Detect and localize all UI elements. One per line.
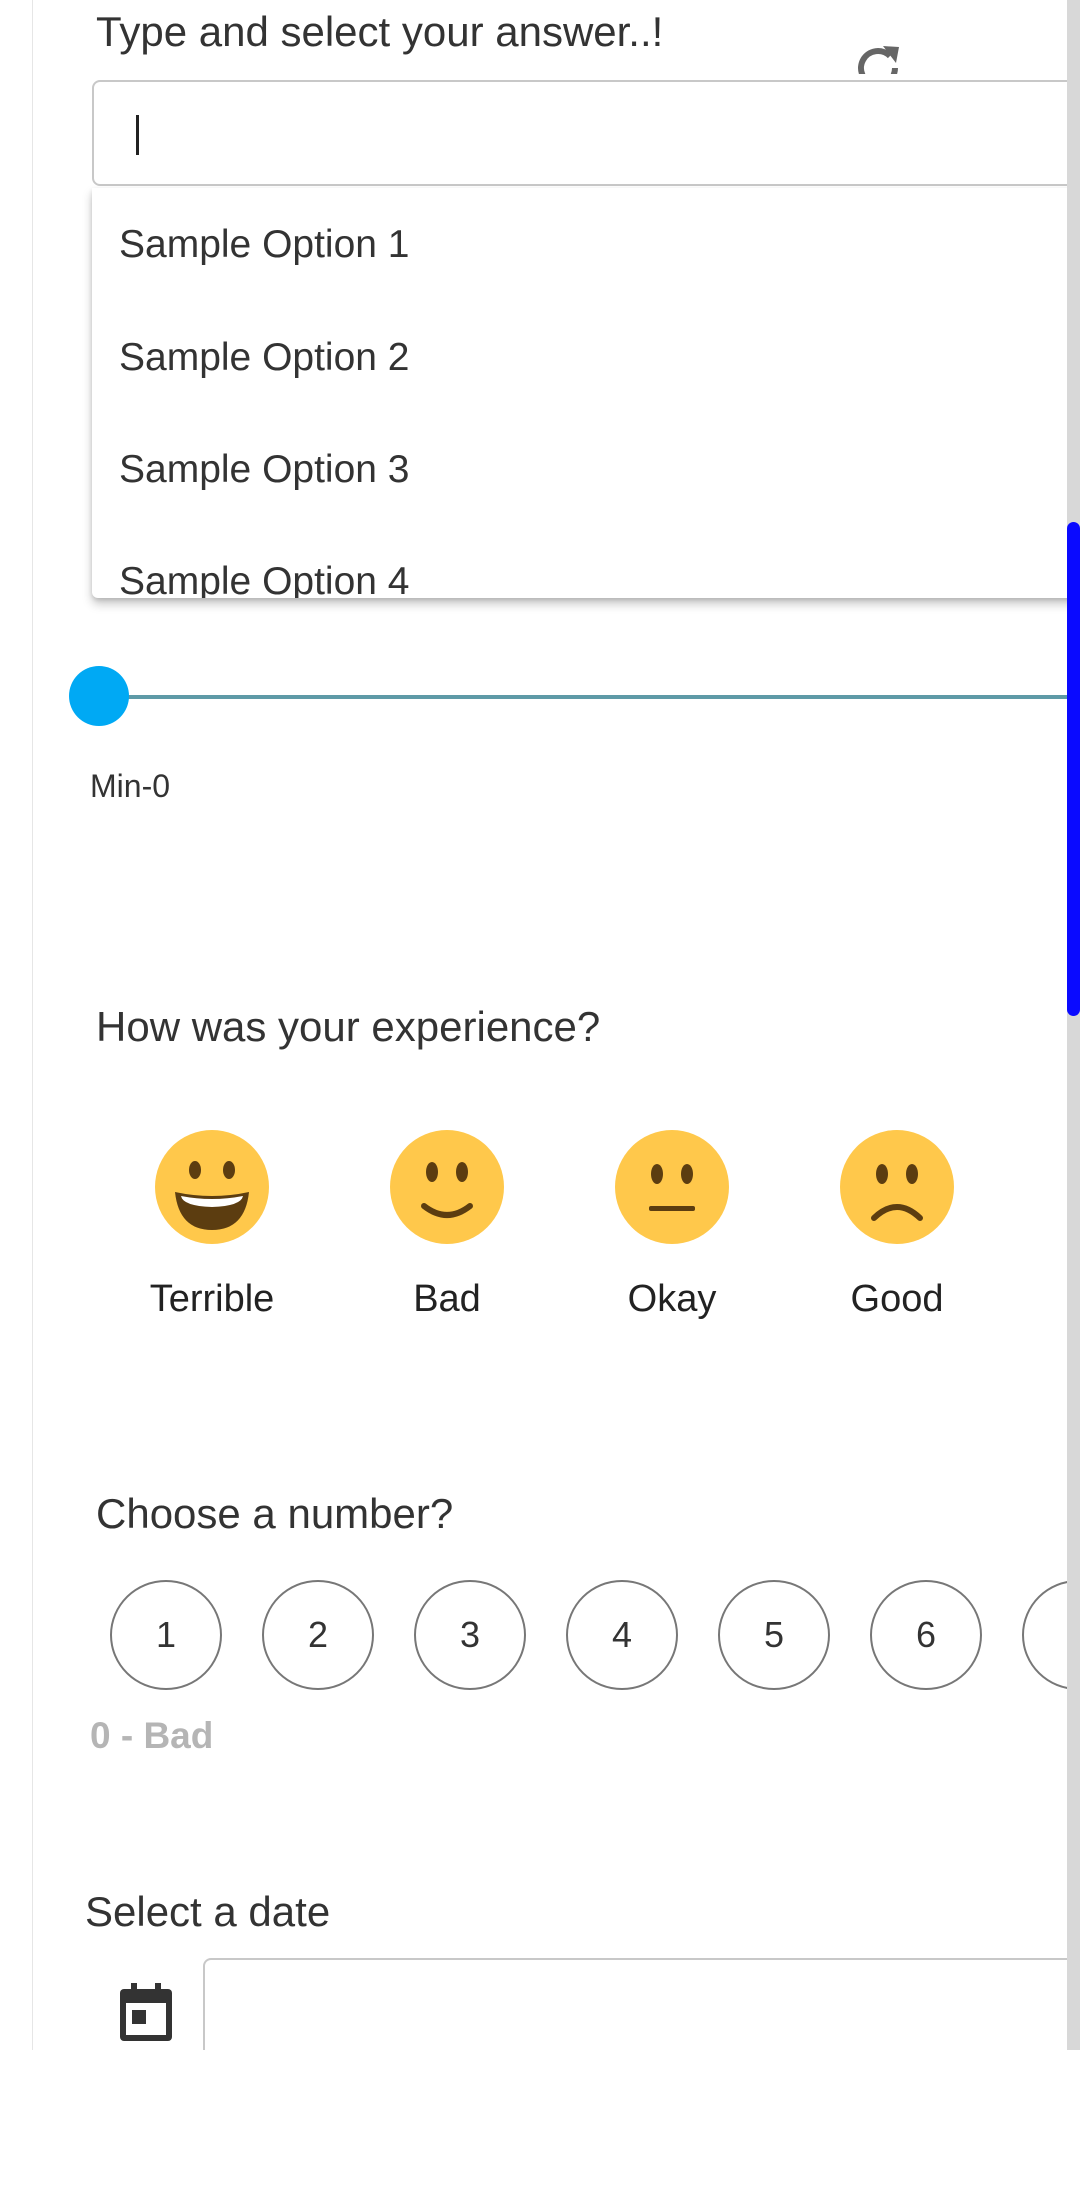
- experience-option-label: Bad: [413, 1278, 481, 1320]
- dropdown-option[interactable]: Sample Option 2: [119, 336, 410, 380]
- neutral-face-icon[interactable]: [615, 1130, 729, 1244]
- dropdown-option[interactable]: Sample Option 3: [119, 448, 410, 492]
- slightly-smiling-face-icon[interactable]: [390, 1130, 504, 1244]
- number-option-3[interactable]: 3: [414, 1580, 526, 1690]
- scrollbar-track[interactable]: [1067, 0, 1080, 2050]
- number-option-1[interactable]: 1: [110, 1580, 222, 1690]
- date-input[interactable]: [203, 1958, 1080, 2058]
- text-caret: [136, 115, 139, 155]
- answer-search-input[interactable]: [92, 80, 1080, 186]
- range-slider-track[interactable]: [100, 695, 1080, 699]
- number-option-6[interactable]: 6: [870, 1580, 982, 1690]
- experience-question-label: How was your experience?: [96, 1003, 601, 1050]
- refresh-icon[interactable]: [852, 38, 906, 74]
- calendar-icon[interactable]: [118, 1983, 174, 2043]
- bottom-blank-area: [0, 2050, 1080, 2208]
- slider-min-label: Min-0: [90, 768, 171, 804]
- experience-option-label: Terrible: [149, 1278, 275, 1320]
- search-question-label: Type and select your answer..!: [96, 8, 664, 55]
- scrollbar-thumb[interactable]: [1067, 522, 1080, 1016]
- experience-option-label: Good: [850, 1278, 944, 1320]
- range-slider-thumb[interactable]: [69, 666, 129, 726]
- frowning-face-icon[interactable]: [840, 1130, 954, 1244]
- experience-option-label: Okay: [627, 1278, 717, 1320]
- dropdown-option[interactable]: Sample Option 4: [119, 560, 410, 598]
- date-question-label: Select a date: [85, 1888, 331, 1935]
- grinning-face-icon[interactable]: [155, 1130, 269, 1244]
- left-border: [32, 0, 33, 2050]
- number-option-5[interactable]: 5: [718, 1580, 830, 1690]
- dropdown-option[interactable]: Sample Option 1: [119, 223, 410, 267]
- number-scale-caption: 0 - Bad: [90, 1715, 214, 1756]
- number-option-4[interactable]: 4: [566, 1580, 678, 1690]
- number-question-label: Choose a number?: [96, 1490, 454, 1537]
- answer-dropdown-menu: Sample Option 1 Sample Option 2 Sample O…: [92, 188, 1080, 598]
- number-option-2[interactable]: 2: [262, 1580, 374, 1690]
